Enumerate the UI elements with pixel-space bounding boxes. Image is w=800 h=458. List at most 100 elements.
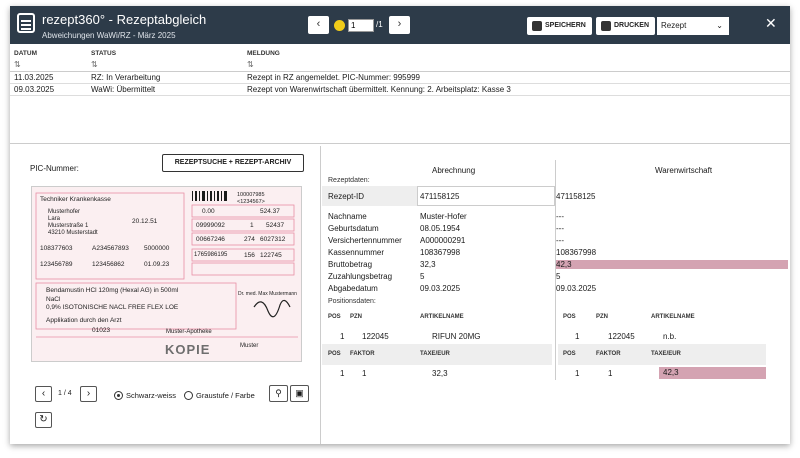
- app-subtitle: Abweichungen WaWi/RZ - März 2025: [42, 31, 176, 40]
- row-status: RZ: In Verarbeitung: [91, 73, 161, 82]
- row-message: Rezept in RZ angemeldet. PIC-Nummer: 995…: [247, 73, 420, 82]
- pos-head-artikel-w: ARTIKELNAME: [651, 314, 695, 320]
- pos-head-artikel: ARTIKELNAME: [420, 314, 464, 320]
- rotate-icon: ↻: [39, 414, 48, 425]
- status-dot-icon: [334, 20, 345, 31]
- rx-v1: 52437: [266, 222, 285, 229]
- prescription-image-panel: PIC-Nummer: REZEPTSUCHE + REZEPT-ARCHIV …: [10, 146, 321, 444]
- field-wawi-value: 09.03.2025: [556, 284, 597, 293]
- tax-head-taxe-w: TAXE/EUR: [651, 351, 681, 357]
- save-button[interactable]: SPEICHERN: [527, 17, 592, 35]
- app-logo-icon: [17, 13, 35, 33]
- field-abrechnung-value: Muster-Hofer: [420, 212, 467, 221]
- radio-graustufe-label: Graustufe / Farbe: [196, 391, 255, 400]
- field-wawi-value: ---: [556, 236, 564, 245]
- rx-amount2: 524.37: [260, 208, 280, 215]
- rx-lanr: 123456862: [92, 261, 125, 268]
- prescription-scan: Techniker Krankenkasse Musterhofer Lara …: [31, 186, 302, 362]
- rx-signature: Muster: [240, 343, 259, 349]
- pos-a-pzn: 122045: [362, 332, 389, 341]
- col-meldung[interactable]: MELDUNG: [247, 50, 280, 57]
- rx-line1: Bendamustin HCl 120mg (Hexal AG) in 500m…: [46, 287, 179, 294]
- rx-pzn3: 1765986195: [194, 252, 228, 258]
- tax-w-faktor: 1: [608, 369, 613, 378]
- print-select-value: Rezept: [661, 21, 687, 30]
- rezeptdaten-label: Rezeptdaten:: [328, 177, 370, 184]
- tax-head-taxe: TAXE/EUR: [420, 351, 450, 357]
- page-number-input[interactable]: 1: [348, 19, 374, 32]
- pos-head-pzn: PZN: [350, 314, 362, 320]
- rx-city: 43210 Musterstadt: [48, 230, 98, 236]
- tax-head-pos-w: POS: [563, 351, 576, 357]
- print-type-select[interactable]: Rezept ⌄: [657, 17, 729, 35]
- pos-a-pos: 1: [340, 332, 345, 341]
- rx-pzn1: 09999092: [196, 222, 225, 229]
- print-button[interactable]: DRUCKEN: [596, 17, 655, 35]
- save-label: SPEICHERN: [545, 22, 586, 29]
- rx-pzn-bottom: 01023: [92, 327, 111, 334]
- save-icon: [532, 21, 542, 31]
- app-title: rezept360° - Rezeptabgleich: [42, 12, 207, 27]
- page-total: /1: [376, 20, 383, 29]
- sort-status-icon[interactable]: ⇅: [91, 60, 98, 69]
- field-wawi-value: 42,3: [556, 260, 788, 269]
- title-bar: rezept360° - Rezeptabgleich Abweichungen…: [10, 6, 790, 44]
- table-row[interactable]: 09.03.2025 WaWi: Übermittelt Rezept von …: [10, 84, 790, 96]
- divider: [10, 143, 790, 144]
- field-abrechnung-value: 32,3: [420, 260, 436, 269]
- tax-w-pos: 1: [575, 369, 580, 378]
- col-datum[interactable]: DATUM: [14, 50, 37, 57]
- radio-schwarz-weiss-label: Schwarz-weiss: [126, 391, 177, 400]
- image-next-button[interactable]: ›: [80, 386, 97, 402]
- radio-graustufe-farbe[interactable]: [184, 391, 193, 400]
- pos-head-pzn-w: PZN: [596, 314, 608, 320]
- col-status[interactable]: STATUS: [91, 50, 116, 57]
- close-button[interactable]: ✕: [765, 15, 777, 32]
- rx-kv-nr: 108377603: [40, 245, 73, 252]
- radio-schwarz-weiss[interactable]: [114, 391, 123, 400]
- field-label: Rezept-ID: [328, 192, 365, 201]
- field-wawi-value: 5: [556, 272, 561, 281]
- field-label: Kassennummer: [328, 248, 385, 257]
- positionsdaten-label: Positionsdaten:: [328, 298, 376, 305]
- zoom-button[interactable]: ⚲: [269, 385, 288, 402]
- rx-line2: NaCl: [46, 296, 61, 303]
- image-icon: ▣: [295, 388, 304, 398]
- pos-a-name: RIFUN 20MG: [432, 332, 481, 341]
- field-abrechnung-value: A000000291: [420, 236, 466, 245]
- col-warenwirtschaft: Warenwirtschaft: [655, 166, 713, 175]
- field-abrechnung-value: 5: [420, 272, 425, 281]
- next-page-button[interactable]: ›: [389, 16, 410, 34]
- rx-n2: 274: [244, 236, 255, 243]
- image-view-button[interactable]: ▣: [290, 385, 309, 402]
- rx-top-nr1: 100007985: [237, 192, 265, 198]
- row-date: 09.03.2025: [14, 85, 55, 94]
- col-abrechnung: Abrechnung: [432, 166, 476, 175]
- pos-head-pos: POS: [328, 314, 341, 320]
- image-page-indicator: 1 / 4: [58, 390, 72, 397]
- printer-icon: [601, 21, 611, 31]
- sort-meldung-icon[interactable]: ⇅: [247, 60, 254, 69]
- chevron-down-icon: ⌄: [716, 21, 723, 30]
- rx-top-nr2: <1234567>: [237, 199, 265, 205]
- rx-name2: Lara: [48, 216, 61, 222]
- sort-datum-icon[interactable]: ⇅: [14, 60, 21, 69]
- rx-n3: 156: [244, 252, 255, 259]
- field-label: Versichertennummer: [328, 236, 402, 245]
- field-wawi-value: 108367998: [556, 248, 597, 257]
- tax-a-faktor: 1: [362, 369, 367, 378]
- rotate-button[interactable]: ↻: [35, 412, 52, 428]
- rx-date: 01.09.23: [144, 261, 170, 268]
- rx-status: 5000000: [144, 245, 170, 252]
- tax-head-faktor-w: FAKTOR: [596, 351, 621, 357]
- rezept-search-button[interactable]: REZEPTSUCHE + REZEPT-ARCHIV: [162, 154, 304, 172]
- table-row[interactable]: 11.03.2025 RZ: In Verarbeitung Rezept in…: [10, 72, 790, 84]
- print-label: DRUCKEN: [614, 22, 649, 29]
- image-prev-button[interactable]: ‹: [35, 386, 52, 402]
- pos-head-pos-w: POS: [563, 314, 576, 320]
- row-message: Rezept von Warenwirtschaft übermittelt. …: [247, 85, 511, 94]
- row-status: WaWi: Übermittelt: [91, 85, 156, 94]
- field-label: Nachname: [328, 212, 367, 221]
- field-wawi-value: 471158125: [556, 192, 596, 201]
- prev-page-button[interactable]: ‹: [308, 16, 329, 34]
